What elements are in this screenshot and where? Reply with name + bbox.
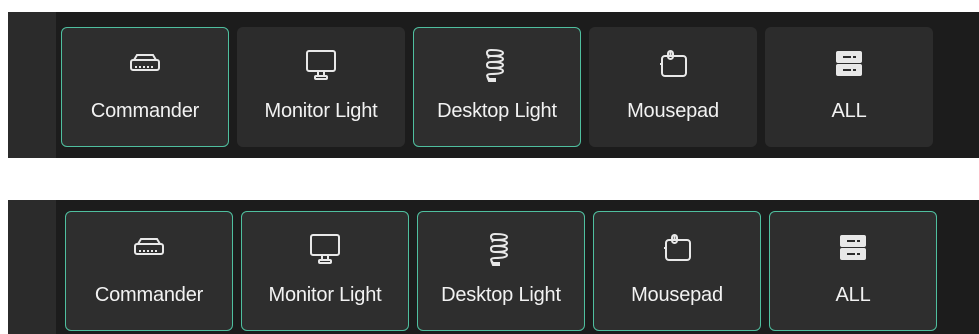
side-strip <box>8 200 56 334</box>
commander-hub-icon <box>129 228 169 268</box>
monitor-icon <box>301 44 341 84</box>
device-selector-panel-bottom: Commander Monitor Light Desktop Light Mo… <box>8 200 979 334</box>
device-tile-all[interactable]: ALL <box>769 211 937 331</box>
device-tile-monitor-light[interactable]: Monitor Light <box>237 27 405 147</box>
server-stack-icon <box>829 44 869 84</box>
device-label: ALL <box>835 284 871 306</box>
device-tile-desktop-light[interactable]: Desktop Light <box>413 27 581 147</box>
device-label: Commander <box>94 284 204 306</box>
device-label: Mousepad <box>631 284 723 306</box>
light-coil-icon <box>477 44 517 84</box>
device-tile-monitor-light[interactable]: Monitor Light <box>241 211 409 331</box>
device-label: ALL <box>831 100 867 122</box>
side-strip <box>8 12 56 158</box>
commander-hub-icon <box>125 44 165 84</box>
device-label: Desktop Light <box>437 100 557 122</box>
device-tile-desktop-light[interactable]: Desktop Light <box>417 211 585 331</box>
device-tile-all[interactable]: ALL <box>765 27 933 147</box>
mousepad-icon <box>657 228 697 268</box>
device-label: Commander <box>90 100 200 122</box>
device-label: Desktop Light <box>441 284 561 306</box>
device-tile-mousepad[interactable]: Mousepad <box>593 211 761 331</box>
device-row: Commander Monitor Light Desktop Light Mo… <box>65 211 945 331</box>
server-stack-icon <box>833 228 873 268</box>
device-label: Monitor Light <box>264 100 378 122</box>
device-tile-mousepad[interactable]: Mousepad <box>589 27 757 147</box>
device-row: Commander Monitor Light Desktop Light Mo… <box>61 27 941 147</box>
device-tile-commander[interactable]: Commander <box>65 211 233 331</box>
device-label: Mousepad <box>627 100 719 122</box>
device-selector-panel-top: Commander Monitor Light Desktop Light Mo… <box>8 12 979 158</box>
device-tile-commander[interactable]: Commander <box>61 27 229 147</box>
device-label: Monitor Light <box>268 284 382 306</box>
mousepad-icon <box>653 44 693 84</box>
light-coil-icon <box>481 228 521 268</box>
monitor-icon <box>305 228 345 268</box>
